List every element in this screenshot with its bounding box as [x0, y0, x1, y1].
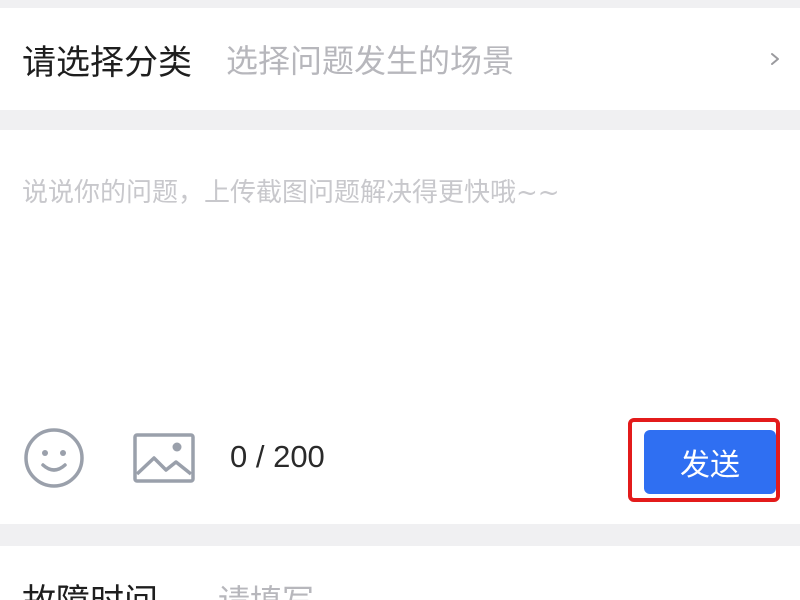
category-label: 请选择分类	[22, 42, 192, 83]
chevron-right-icon	[771, 53, 779, 65]
category-selector[interactable]: 请选择分类 选择问题发生的场景	[0, 8, 800, 110]
feedback-textarea[interactable]: 说说你的问题，上传截图问题解决得更快哦~~	[22, 172, 560, 209]
emoji-icon[interactable]	[22, 426, 86, 490]
send-button[interactable]: 发送	[644, 430, 776, 494]
fault-time-row[interactable]: 故障时间 请填写	[0, 546, 800, 600]
fault-time-input[interactable]: 请填写	[218, 576, 314, 600]
image-icon[interactable]	[132, 432, 196, 486]
char-counter: 0 / 200	[230, 439, 325, 474]
fault-time-label: 故障时间	[22, 574, 158, 600]
category-placeholder: 选择问题发生的场景	[226, 42, 515, 80]
feedback-card: 说说你的问题，上传截图问题解决得更快哦~~ 0 / 200 发送	[0, 130, 800, 524]
